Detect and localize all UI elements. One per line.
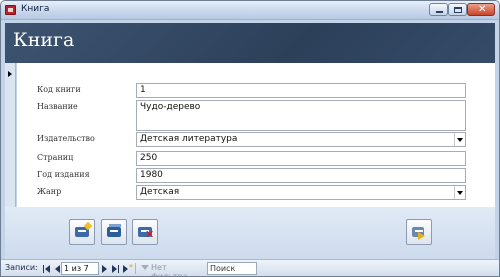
search-input[interactable]: Поиск <box>207 262 257 275</box>
next-record-icon[interactable] <box>101 264 109 273</box>
records-label: Записи: <box>5 263 38 272</box>
title-field[interactable]: Чудо-дерево <box>136 100 466 131</box>
window-title: Книга <box>21 4 50 14</box>
new-blank-record-icon[interactable]: * <box>122 264 133 273</box>
new-record-button[interactable] <box>69 219 95 245</box>
delete-x-icon: ✕ <box>145 228 155 241</box>
record-selector[interactable] <box>5 63 16 207</box>
label-genre: Жанр <box>37 187 62 196</box>
form-header: Книга <box>5 23 495 63</box>
genre-value: Детская <box>140 187 180 197</box>
filter-status[interactable]: Нет фильтра <box>139 262 203 277</box>
separator <box>135 263 136 274</box>
save-record-button[interactable] <box>101 219 127 245</box>
maximize-icon <box>454 7 462 13</box>
label-publisher: Издательство <box>37 134 95 143</box>
delete-record-button[interactable]: ✕ <box>132 219 158 245</box>
exit-arrow-icon <box>418 232 425 240</box>
filter-icon <box>141 265 149 270</box>
label-year: Год издания <box>37 170 90 179</box>
save-record-icon <box>107 227 121 237</box>
close-button[interactable]: ✕ <box>467 3 495 16</box>
book-code-field[interactable]: 1 <box>136 83 466 98</box>
form-window: Книга ✕ Книга Код книги 1 Название Чудо-… <box>0 0 500 277</box>
form-footer: ✕ <box>5 207 495 259</box>
label-title: Название <box>37 102 78 111</box>
pages-field[interactable]: 250 <box>136 151 466 166</box>
previous-record-icon[interactable] <box>53 264 61 273</box>
publisher-combo[interactable]: Детская литература <box>136 132 466 147</box>
last-record-icon[interactable] <box>111 264 119 273</box>
minimize-icon <box>436 11 443 13</box>
close-form-button[interactable] <box>406 219 432 245</box>
publisher-value: Детская литература <box>140 134 238 144</box>
form-header-title: Книга <box>13 29 75 51</box>
maximize-button[interactable] <box>448 3 467 16</box>
minimize-button[interactable] <box>429 3 448 16</box>
label-book-code: Код книги <box>37 85 81 94</box>
title-bar[interactable]: Книга ✕ <box>1 1 499 20</box>
close-icon: ✕ <box>478 4 487 15</box>
current-record-field[interactable]: 1 из 7 <box>61 262 99 275</box>
filter-label: Нет фильтра <box>151 263 188 277</box>
year-field[interactable]: 1980 <box>136 168 466 183</box>
genre-dropdown-arrow-icon[interactable] <box>454 186 465 199</box>
record-navigation-bar: Записи: 1 из 7 * Нет фильтра Поиск <box>1 259 499 277</box>
first-record-icon[interactable] <box>43 264 51 273</box>
current-record-arrow-icon <box>8 71 12 77</box>
form-detail: Код книги 1 Название Чудо-дерево Издател… <box>17 63 495 207</box>
publisher-dropdown-arrow-icon[interactable] <box>454 133 465 146</box>
access-app-icon[interactable] <box>5 5 16 15</box>
label-pages: Страниц <box>37 153 74 162</box>
genre-combo[interactable]: Детская <box>136 185 466 200</box>
